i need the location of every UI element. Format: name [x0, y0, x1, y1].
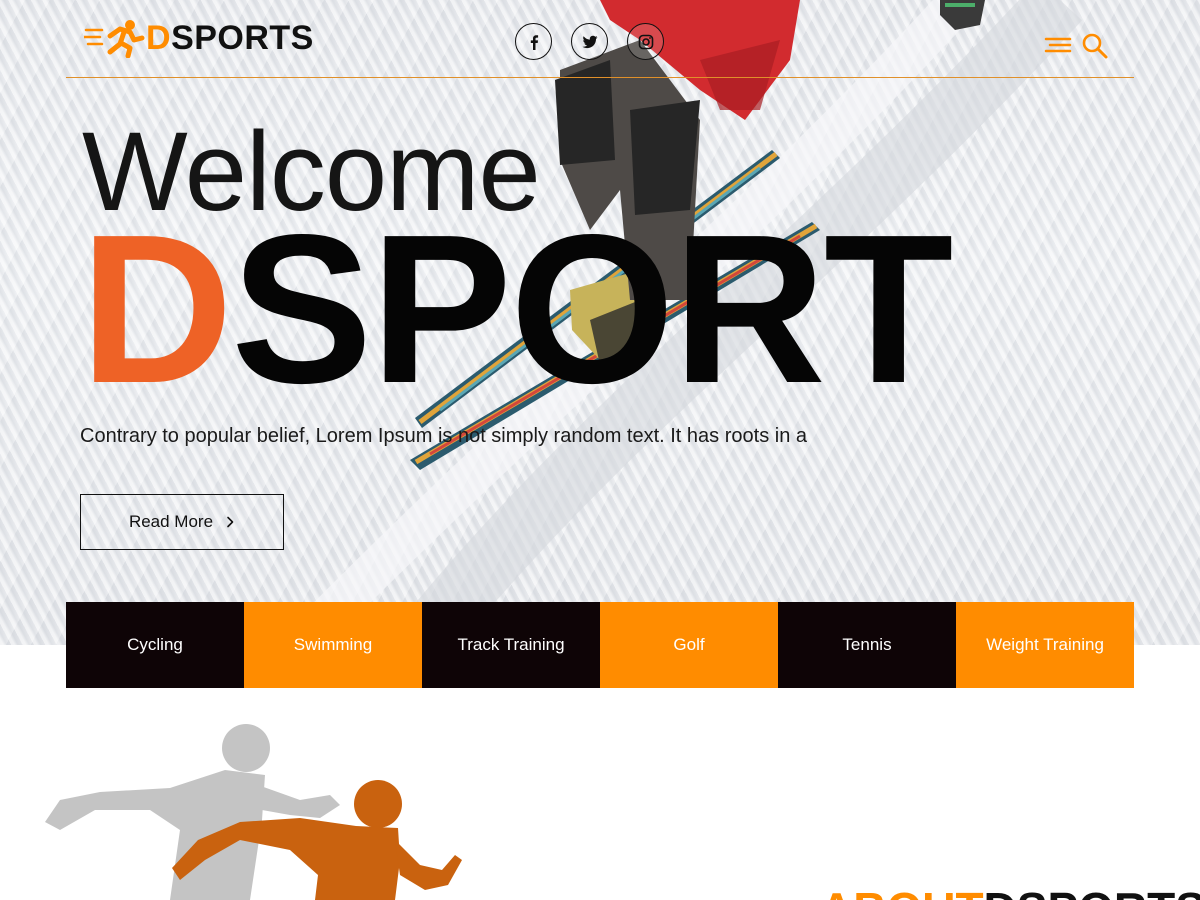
category-tab-cycling[interactable]: Cycling	[66, 602, 244, 688]
category-tab-weight-training[interactable]: Weight Training	[956, 602, 1134, 688]
category-tab-golf[interactable]: Golf	[600, 602, 778, 688]
read-more-label: Read More	[128, 512, 214, 531]
social-links	[515, 23, 664, 60]
search-icon[interactable]	[1081, 32, 1109, 60]
hero-title-rest: SPORT	[231, 190, 953, 427]
runners-illustration	[45, 724, 462, 900]
instagram-link[interactable]	[627, 23, 664, 60]
header-divider	[66, 77, 1134, 78]
category-tabs: Cycling Swimming Track Training Golf Ten…	[66, 602, 1134, 688]
logo[interactable]: DSPORTS	[84, 18, 314, 58]
hero-title: DSPORT	[80, 203, 953, 415]
facebook-link[interactable]	[515, 23, 552, 60]
hero-tagline: Contrary to popular belief, Lorem Ipsum …	[80, 425, 807, 447]
twitter-link[interactable]	[571, 23, 608, 60]
twitter-icon	[582, 35, 597, 48]
logo-text: DSPORTS	[146, 19, 314, 57]
category-tab-tennis[interactable]: Tennis	[778, 602, 956, 688]
hero-title-letter: D	[80, 190, 233, 427]
facebook-icon	[530, 34, 538, 50]
about-heading: ABOUTDSPORTS	[820, 884, 1200, 900]
hamburger-menu-icon[interactable]	[1044, 36, 1072, 54]
category-tab-track-training[interactable]: Track Training	[422, 602, 600, 688]
chevron-right-icon	[227, 516, 234, 528]
running-man-logo-icon	[84, 20, 145, 58]
read-more-button[interactable]: Read More	[80, 494, 284, 550]
category-tab-swimming[interactable]: Swimming	[244, 602, 422, 688]
instagram-icon	[638, 34, 653, 49]
